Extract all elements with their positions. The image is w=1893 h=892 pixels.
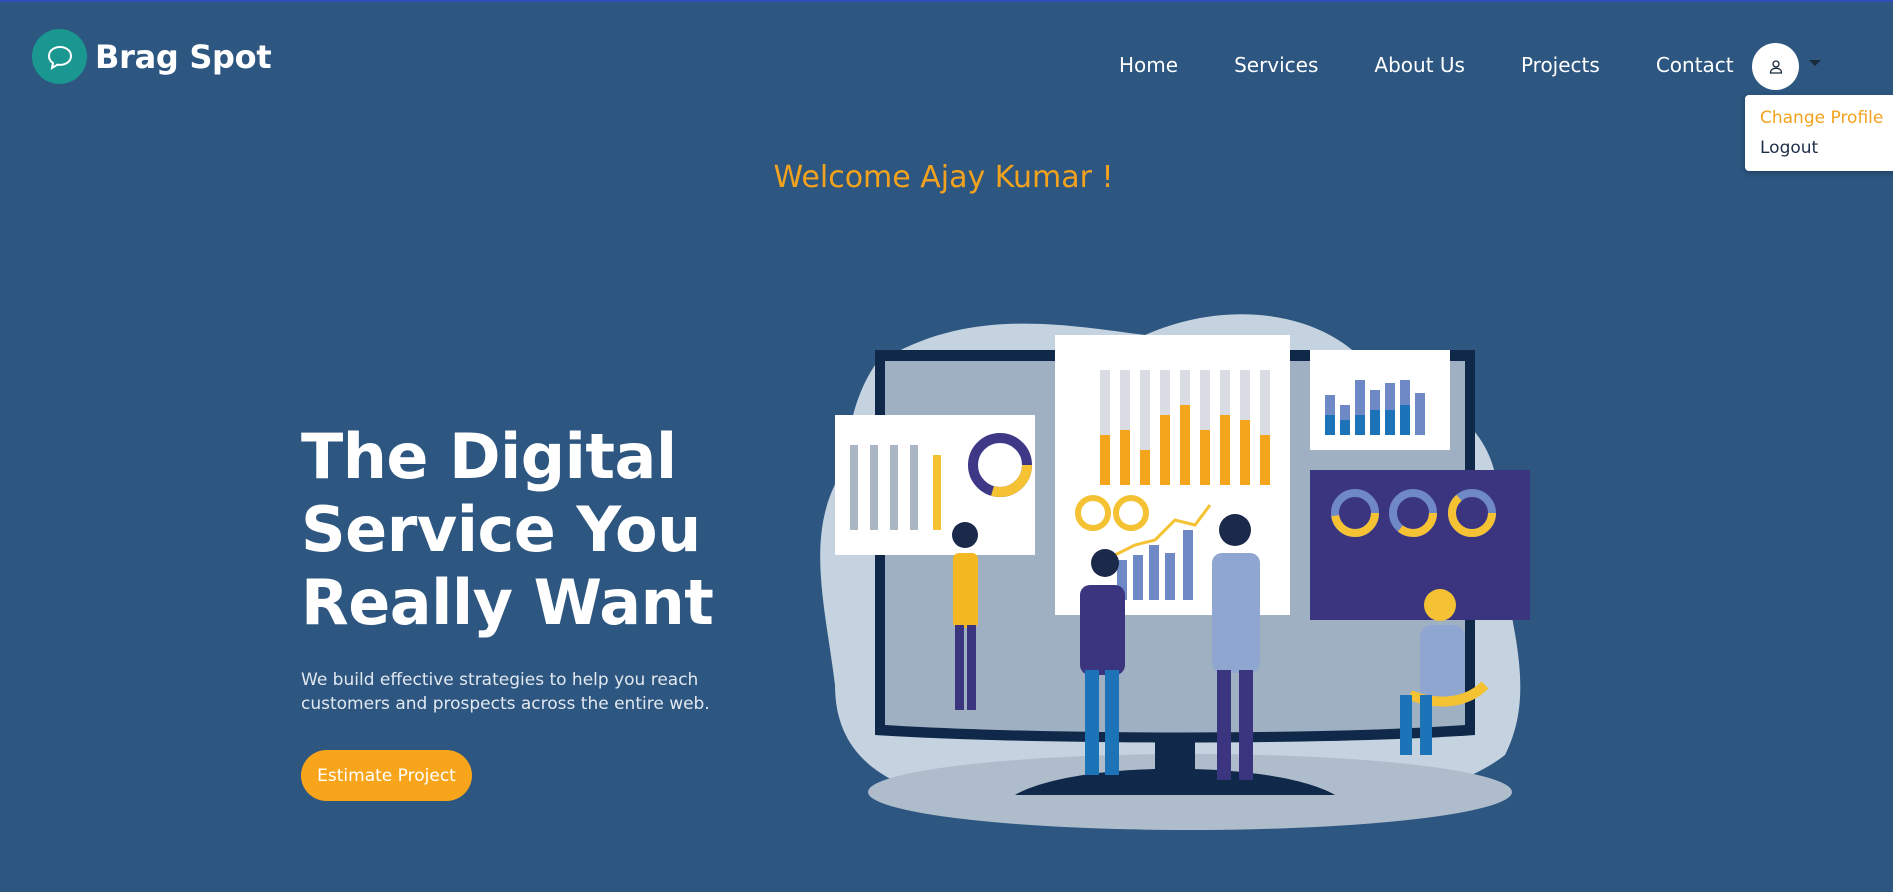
hero-title-line-3: Really Want bbox=[301, 566, 714, 639]
nav-projects[interactable]: Projects bbox=[1521, 52, 1600, 78]
brand[interactable]: Brag Spot bbox=[32, 29, 272, 84]
chat-bubble-icon bbox=[32, 29, 87, 84]
hero-title-line-1: The Digital bbox=[301, 420, 677, 493]
estimate-project-button[interactable]: Estimate Project bbox=[301, 750, 472, 801]
main-nav: Home Services About Us Projects Contact bbox=[1119, 52, 1734, 78]
menu-item-logout[interactable]: Logout bbox=[1760, 138, 1818, 158]
hero-subtitle: We build effective strategies to help yo… bbox=[301, 670, 710, 714]
user-icon bbox=[1769, 59, 1782, 74]
welcome-text: Welcome Ajay Kumar ! bbox=[773, 160, 1114, 195]
brand-name: Brag Spot bbox=[95, 37, 272, 76]
hero-illustration bbox=[820, 314, 1530, 830]
caret-down-icon[interactable] bbox=[1809, 60, 1821, 66]
nav-services[interactable]: Services bbox=[1234, 52, 1318, 78]
top-border bbox=[0, 0, 1893, 2]
nav-contact[interactable]: Contact bbox=[1656, 52, 1734, 78]
nav-about-us[interactable]: About Us bbox=[1374, 52, 1465, 78]
menu-item-change-profile[interactable]: Change Profile bbox=[1760, 108, 1883, 128]
welcome-message: Welcome Ajay Kumar ! bbox=[0, 160, 1893, 195]
user-avatar-button[interactable] bbox=[1752, 43, 1799, 90]
hero-title: The Digital Service You Really Want bbox=[301, 420, 821, 639]
hero-title-line-2: Service You bbox=[301, 493, 701, 566]
nav-home[interactable]: Home bbox=[1119, 52, 1178, 78]
